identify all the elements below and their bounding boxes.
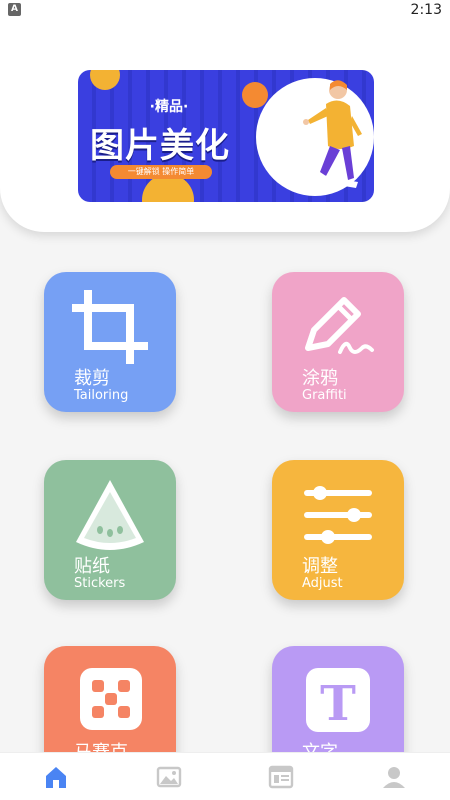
banner-badge: ·精品· — [149, 99, 189, 115]
promo-banner[interactable]: ·精品· 图片美化 一键解锁 操作简单 — [78, 70, 374, 202]
user-icon — [382, 766, 405, 788]
tab-profile[interactable] — [338, 753, 450, 800]
banner-title: 图片美化 — [90, 126, 230, 166]
graffiti-tile[interactable]: 涂鸦 Graffiti — [272, 272, 404, 412]
header-card: ·精品· 图片美化 一键解锁 操作简单 — [0, 0, 450, 232]
crop-icon — [72, 290, 148, 364]
text-icon: T — [306, 668, 370, 732]
tile-sublabel: Tailoring — [74, 388, 129, 403]
tile-label: 贴纸 — [74, 556, 110, 577]
tile-sublabel: Stickers — [74, 576, 126, 591]
template-icon — [269, 765, 294, 788]
person-illustration-icon — [303, 80, 362, 188]
tab-templates[interactable] — [225, 753, 338, 800]
svg-text:T: T — [320, 676, 356, 732]
tile-sublabel: Graffiti — [302, 388, 347, 403]
adjust-tile[interactable]: 调整 Adjust — [272, 460, 404, 600]
status-time: 2:13 — [410, 2, 442, 18]
tile-label: 调整 — [302, 556, 338, 577]
mosaic-icon — [80, 668, 142, 730]
tile-sublabel: Adjust — [302, 576, 343, 591]
pen-icon — [305, 297, 374, 354]
watermelon-icon — [76, 480, 144, 550]
bottom-tab-bar — [0, 752, 450, 800]
status-bar: A 2:13 — [0, 0, 450, 24]
image-icon — [156, 766, 181, 787]
banner-tagline: 一键解锁 操作简单 — [110, 165, 212, 179]
stickers-tile[interactable]: 贴纸 Stickers — [44, 460, 176, 600]
sliders-icon — [304, 486, 372, 544]
tailoring-tile[interactable]: 裁剪 Tailoring — [44, 272, 176, 412]
tab-home[interactable] — [0, 753, 113, 800]
app-notification-icon: A — [8, 3, 21, 16]
home-icon — [46, 766, 67, 788]
tab-gallery[interactable] — [113, 753, 226, 800]
tile-label: 裁剪 — [74, 368, 110, 389]
tile-label: 涂鸦 — [302, 368, 338, 389]
